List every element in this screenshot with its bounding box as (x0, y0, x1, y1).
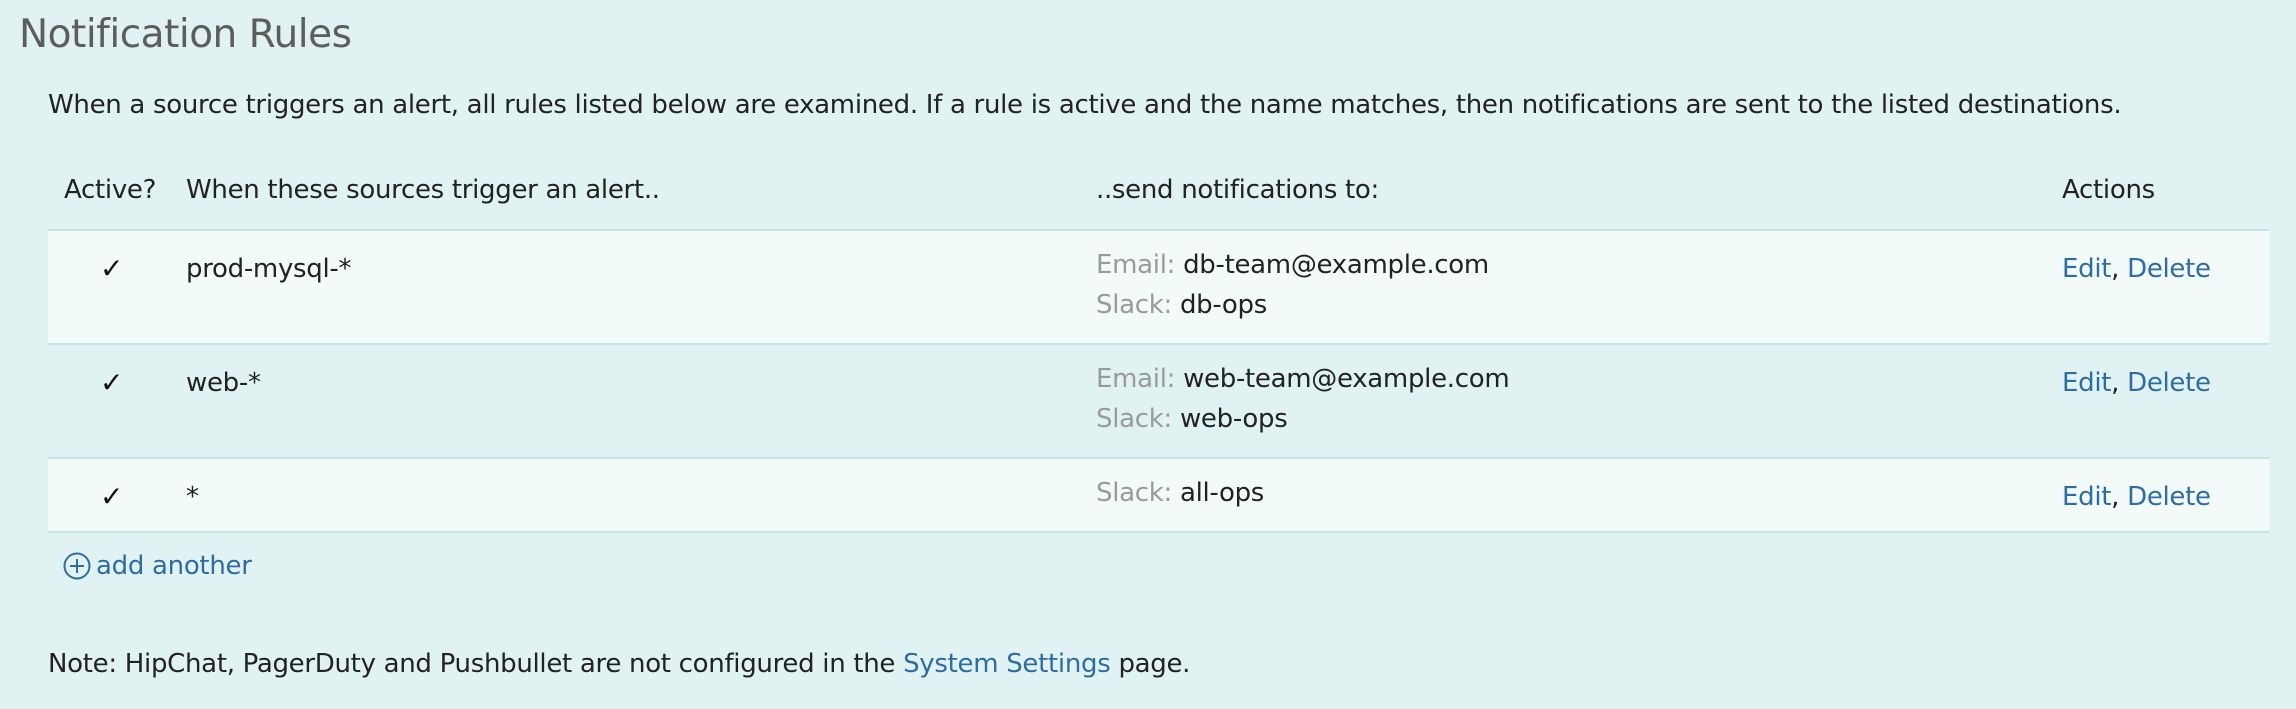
configuration-note: Note: HipChat, PagerDuty and Pushbullet … (48, 649, 1190, 679)
destination-item: Email: web-team@example.com (1096, 359, 1510, 399)
destination-value: db-team@example.com (1183, 250, 1489, 280)
destination-value: db-ops (1179, 290, 1267, 320)
delete-link[interactable]: Delete (2127, 254, 2211, 284)
action-separator: , (2111, 254, 2120, 284)
rule-source: prod-mysql-* (186, 254, 352, 284)
edit-link[interactable]: Edit (2062, 368, 2111, 398)
destination-item: Email: db-team@example.com (1096, 245, 1489, 285)
destination-value: web-team@example.com (1183, 364, 1510, 394)
destination-label: Email: (1096, 250, 1176, 280)
note-suffix: page. (1118, 649, 1191, 679)
destination-value: all-ops (1179, 478, 1265, 508)
action-separator: , (2111, 368, 2120, 398)
rule-destinations: Email: web-team@example.com Slack: web-o… (1096, 359, 1510, 439)
active-check-icon: ✓ (100, 366, 124, 399)
note-prefix: Note: HipChat, PagerDuty and Pushbullet … (48, 649, 896, 679)
header-actions: Actions (2062, 175, 2155, 205)
active-check-icon: ✓ (100, 252, 124, 285)
destination-label: Slack: (1096, 290, 1172, 320)
destination-item: Slack: web-ops (1096, 399, 1509, 439)
header-destinations: ..send notifications to: (1096, 175, 1380, 205)
plus-circle-icon (62, 551, 92, 581)
header-sources: When these sources trigger an alert.. (186, 175, 660, 205)
table-row: ✓ web-* Email: web-team@example.com Slac… (48, 345, 2269, 459)
table-row: ✓ * Slack: all-ops Edit, Delete (48, 459, 2269, 533)
header-active: Active? (64, 175, 157, 205)
active-check-icon: ✓ (100, 480, 124, 513)
table-header: Active? When these sources trigger an al… (48, 155, 2269, 231)
edit-link[interactable]: Edit (2062, 254, 2111, 284)
system-settings-link[interactable]: System Settings (903, 649, 1111, 679)
notification-rules-table: Active? When these sources trigger an al… (48, 155, 2269, 533)
rule-source: * (186, 482, 199, 512)
destination-item: Slack: db-ops (1096, 285, 1489, 325)
add-another-link[interactable]: add another (62, 551, 252, 581)
rule-destinations: Slack: all-ops (1096, 473, 1264, 513)
destination-label: Email: (1096, 364, 1176, 394)
rule-actions: Edit, Delete (2062, 254, 2211, 284)
page-title: Notification Rules (19, 12, 352, 57)
destination-label: Slack: (1096, 478, 1172, 508)
rule-destinations: Email: db-team@example.com Slack: db-ops (1096, 245, 1489, 325)
rule-actions: Edit, Delete (2062, 482, 2211, 512)
intro-text: When a source triggers an alert, all rul… (48, 90, 2122, 120)
action-separator: , (2111, 482, 2120, 512)
rule-source: web-* (186, 368, 261, 398)
destination-label: Slack: (1096, 404, 1172, 434)
destination-item: Slack: all-ops (1096, 473, 1264, 513)
destination-value: web-ops (1179, 404, 1288, 434)
rule-actions: Edit, Delete (2062, 368, 2211, 398)
delete-link[interactable]: Delete (2127, 482, 2211, 512)
delete-link[interactable]: Delete (2127, 368, 2211, 398)
edit-link[interactable]: Edit (2062, 482, 2111, 512)
add-another-label: add another (96, 551, 252, 581)
table-row: ✓ prod-mysql-* Email: db-team@example.co… (48, 231, 2269, 345)
